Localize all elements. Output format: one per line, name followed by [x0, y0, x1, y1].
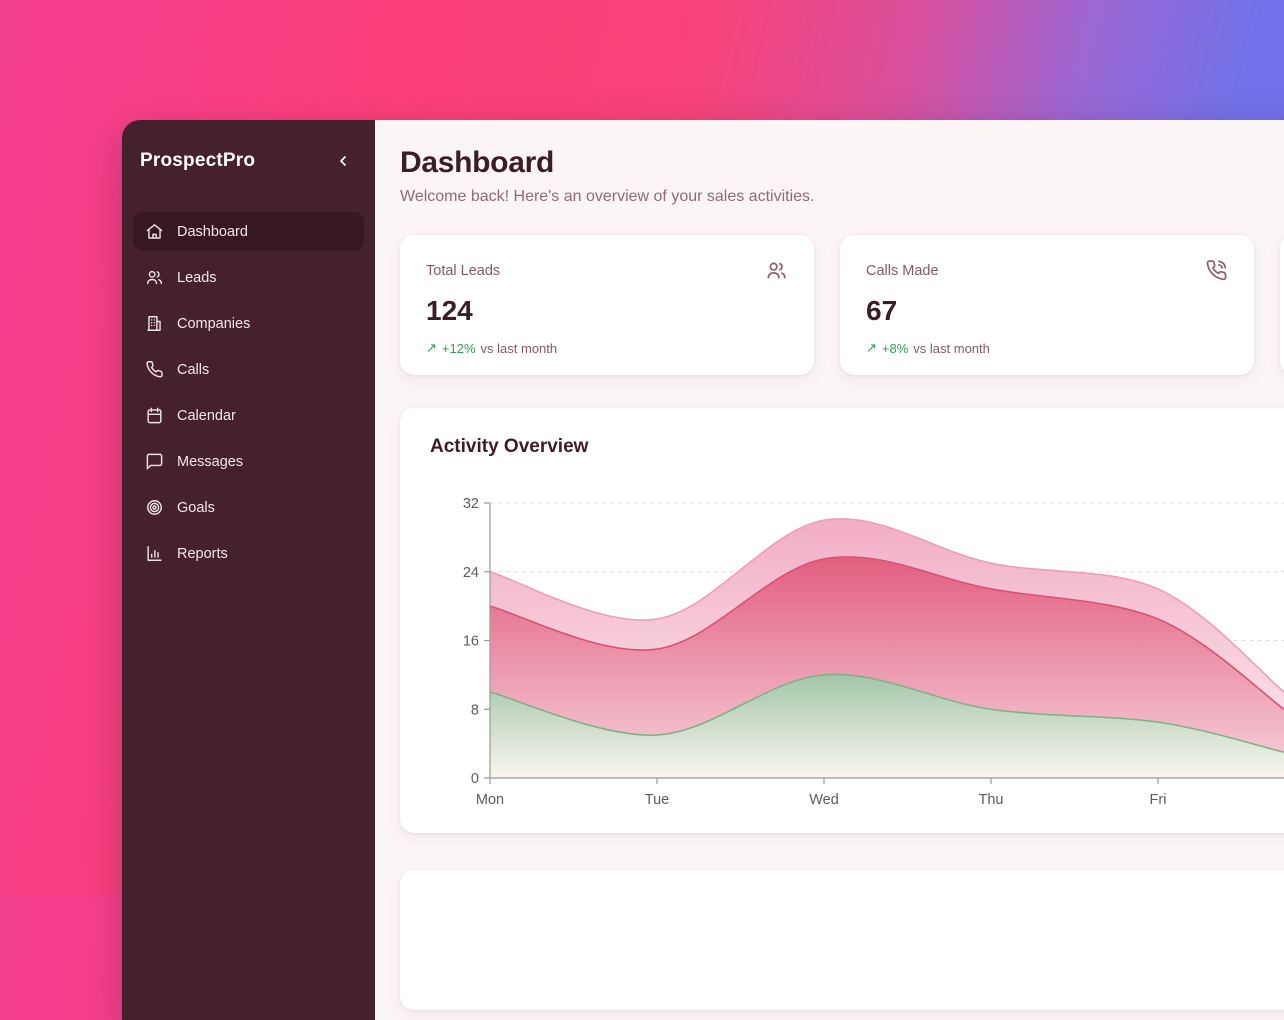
chevron-left-icon — [335, 153, 351, 169]
sidebar-item-label: Calendar — [177, 408, 236, 424]
sidebar-nav: Dashboard Leads Companies Calls Calendar Mess… — [133, 212, 364, 573]
page-title: Dashboard — [400, 146, 1284, 180]
stat-trend: ↗ +12% vs last month — [426, 340, 788, 356]
svg-text:32: 32 — [463, 496, 479, 512]
sidebar-item-leads[interactable]: Leads — [133, 258, 364, 297]
svg-text:0: 0 — [471, 771, 479, 787]
svg-text:24: 24 — [463, 565, 479, 581]
main-content: Dashboard Welcome back! Here's an overvi… — [375, 120, 1284, 1020]
trend-up-icon: ↗ — [866, 340, 877, 356]
sidebar: ProspectPro Dashboard Leads Companies Calls… — [122, 120, 375, 1020]
stat-trend: ↗ +8% vs last month — [866, 340, 1228, 356]
bar-chart-icon — [145, 544, 164, 563]
svg-text:16: 16 — [463, 634, 479, 650]
sidebar-item-label: Goals — [177, 500, 215, 516]
stat-label: Calls Made — [866, 259, 939, 279]
target-icon — [145, 498, 164, 517]
message-icon — [145, 452, 164, 471]
svg-text:Wed: Wed — [809, 792, 839, 808]
activity-area-chart: 0 8 16 24 32 Mon Tue Wed Thu Fri — [400, 470, 1284, 810]
svg-text:8: 8 — [471, 702, 479, 718]
users-icon — [765, 259, 788, 287]
calendar-icon — [145, 406, 164, 425]
sidebar-item-companies[interactable]: Companies — [133, 304, 364, 343]
trend-percent: +12% — [442, 341, 476, 356]
trend-up-icon: ↗ — [426, 340, 437, 356]
trend-percent: +8% — [882, 341, 908, 356]
phone-call-icon — [1205, 259, 1228, 287]
sidebar-item-reports[interactable]: Reports — [133, 534, 364, 573]
svg-text:Tue: Tue — [645, 792, 669, 808]
stat-value: 67 — [866, 295, 1228, 327]
sidebar-item-goals[interactable]: Goals — [133, 488, 364, 527]
sidebar-item-messages[interactable]: Messages — [133, 442, 364, 481]
sidebar-item-calls[interactable]: Calls — [133, 350, 364, 389]
sidebar-item-label: Calls — [177, 362, 209, 378]
activity-overview-card: Activity Overview 0 8 16 24 32 Mon Tue Wed Thu Fr… — [400, 408, 1284, 833]
sidebar-item-label: Companies — [177, 316, 250, 332]
svg-text:Fri: Fri — [1150, 792, 1167, 808]
sidebar-item-label: Dashboard — [177, 224, 248, 240]
sidebar-item-label: Messages — [177, 454, 243, 470]
brand-row: ProspectPro — [133, 142, 364, 180]
sidebar-item-label: Leads — [177, 270, 217, 286]
trend-suffix: vs last month — [481, 341, 558, 356]
page-subtitle: Welcome back! Here's an overview of your… — [400, 188, 1284, 206]
svg-text:Thu: Thu — [979, 792, 1004, 808]
stat-card-partial — [1280, 235, 1284, 375]
partial-card-below — [400, 870, 1284, 1010]
stat-card-calls-made: Calls Made 67 ↗ +8% vs last month — [840, 235, 1254, 375]
phone-icon — [145, 360, 164, 379]
sidebar-item-calendar[interactable]: Calendar — [133, 396, 364, 435]
home-icon — [145, 222, 164, 241]
stat-value: 124 — [426, 295, 788, 327]
app-window: ProspectPro Dashboard Leads Companies Calls… — [122, 120, 1284, 1020]
stat-label: Total Leads — [426, 259, 500, 279]
users-icon — [145, 268, 164, 287]
sidebar-item-dashboard[interactable]: Dashboard — [133, 212, 364, 251]
chart-title: Activity Overview — [430, 436, 1284, 458]
sidebar-item-label: Reports — [177, 546, 228, 562]
brand-logo: ProspectPro — [140, 150, 255, 172]
stats-row: Total Leads124↗+12%vs last monthCalls Ma… — [400, 235, 1284, 375]
stat-card-total-leads: Total Leads 124 ↗ +12% vs last month — [400, 235, 814, 375]
svg-text:Mon: Mon — [476, 792, 504, 808]
trend-suffix: vs last month — [913, 341, 990, 356]
building-icon — [145, 314, 164, 333]
sidebar-collapse-button[interactable] — [330, 148, 356, 174]
